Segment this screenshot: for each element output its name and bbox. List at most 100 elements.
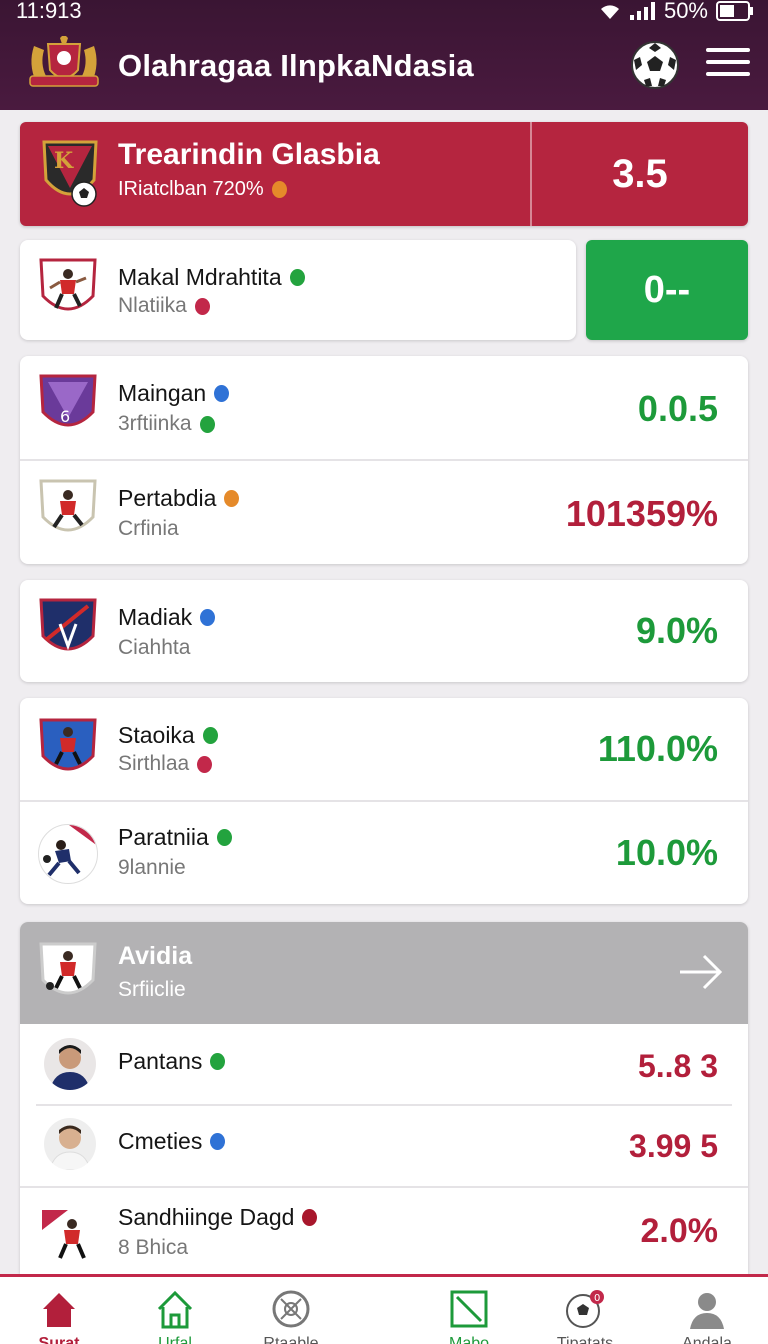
- featured-team-card[interactable]: K Trearindin Glasbia IRiatclban 720% 3.5: [20, 122, 748, 226]
- team-name: Pertabdia: [118, 485, 240, 512]
- team-group-card: 6 Maingan 3rftiinka 0.0.5 Pertabdia Crfi…: [20, 356, 748, 564]
- app-bar: 11:913 50% Olahragaa IlnpkaNdasia: [0, 0, 768, 110]
- status-dot-icon: [271, 181, 287, 198]
- player-avatar: [44, 1038, 96, 1090]
- team-sub-text: Ciahhta: [118, 636, 191, 659]
- team-value: 0.0.5: [637, 388, 718, 429]
- list-item[interactable]: Pertabdia Crfinia 101359%: [20, 461, 748, 564]
- featured-subtitle-text: IRiatclban 720%: [118, 178, 264, 200]
- player-name-text: Sandhiinge Dagd: [118, 1204, 295, 1230]
- battery-percent: 50%: [663, 0, 708, 23]
- menu-icon-line: [706, 60, 750, 64]
- list-item[interactable]: Staoika Sirthlaa 110.0%: [20, 698, 748, 800]
- list-item[interactable]: Paratniia 9lannie 10.0%: [20, 802, 748, 904]
- score-box[interactable]: 0--: [586, 240, 748, 340]
- team-name: Makal Mdrahtita: [118, 264, 305, 291]
- blue-crest-icon: [38, 716, 98, 784]
- team-card[interactable]: Madiak Ciahhta 9.0%: [20, 580, 748, 682]
- nav-item-andala[interactable]: Andala: [652, 1289, 762, 1344]
- player-value: 2.0%: [640, 1212, 719, 1250]
- player-name: Sandhiinge Dagd: [118, 1204, 318, 1231]
- football-badge-icon: 0: [566, 1290, 604, 1328]
- menu-icon-line: [706, 48, 750, 52]
- menu-button[interactable]: [706, 48, 750, 84]
- list-item[interactable]: Cmeties 3.99 5: [20, 1106, 748, 1186]
- team-name-text: Pertabdia: [118, 485, 217, 511]
- battery-icon: [716, 1, 754, 21]
- football-icon: [631, 41, 679, 89]
- team-value: 101359%: [565, 493, 718, 534]
- team-sub: 3rftiinka: [118, 412, 215, 436]
- app-logo: [26, 34, 102, 92]
- team-value: 110.0%: [597, 728, 718, 769]
- status-dot-icon: [210, 1053, 226, 1070]
- team-name-text: Paratniia: [118, 824, 209, 850]
- player-value: 3.99 5: [629, 1128, 718, 1164]
- player-crest-icon: [38, 256, 98, 324]
- team-sub-text: Crfinia: [118, 517, 179, 540]
- section-header[interactable]: Avidia Srfiiclie: [20, 922, 748, 1024]
- team-sub-text: 9lannie: [118, 856, 186, 879]
- status-dot-icon: [194, 297, 210, 315]
- status-dot-icon: [224, 490, 240, 507]
- nav-item-urfal[interactable]: Urfal: [120, 1289, 230, 1344]
- player-crest-icon: [38, 1206, 100, 1268]
- status-dot-icon: [202, 727, 218, 744]
- nav-label: Urfal: [158, 1335, 192, 1344]
- home-outline-icon: [157, 1290, 193, 1329]
- team-sub-text: Nlatiika: [118, 294, 187, 317]
- team-sub: Crfinia: [118, 517, 179, 541]
- section-card: Avidia Srfiiclie Pantans 5..8 3 Cmeties …: [20, 922, 748, 1274]
- player-name-text: Pantans: [118, 1048, 203, 1074]
- nav-label: Rtaable: [263, 1335, 319, 1344]
- player-name: Cmeties: [118, 1128, 226, 1155]
- football-button[interactable]: [630, 40, 680, 90]
- team-name: Paratniia: [118, 824, 232, 851]
- status-dot-icon: [214, 385, 230, 402]
- nav-item-rtaable[interactable]: Rtaable: [236, 1289, 346, 1344]
- team-sub-text: Sirthlaa: [118, 752, 190, 775]
- status-bar: 11:913 50%: [0, 0, 768, 24]
- player-name: Pantans: [118, 1048, 226, 1075]
- list-item[interactable]: Sandhiinge Dagd 8 Bhica 2.0%: [20, 1188, 748, 1274]
- team-value: 9.0%: [635, 610, 718, 651]
- featured-score: 3.5: [612, 152, 668, 196]
- nav-label: Surat: [38, 1335, 80, 1344]
- list-item[interactable]: Pantans 5..8 3: [20, 1024, 748, 1104]
- player-crest-icon: [38, 477, 98, 545]
- menu-icon-line: [706, 72, 750, 76]
- svg-text:6: 6: [60, 407, 70, 426]
- purple-crest-icon: 6: [38, 372, 98, 440]
- wifi-icon: [598, 2, 622, 20]
- app-title: Olahragaa IlnpkaNdasia: [118, 48, 474, 83]
- team-name: Madiak: [118, 604, 216, 631]
- status-dot-icon: [210, 1133, 226, 1150]
- pitch-icon: [450, 1290, 488, 1328]
- arrow-right-icon[interactable]: [678, 952, 724, 992]
- list-item[interactable]: 6 Maingan 3rftiinka 0.0.5: [20, 356, 748, 459]
- team-card[interactable]: Makal Mdrahtita Nlatiika: [20, 240, 576, 340]
- status-dot-icon: [200, 609, 216, 626]
- status-indicators: 50%: [598, 0, 754, 22]
- featured-crest-icon: K: [40, 138, 100, 207]
- nav-item-mabo[interactable]: Mabo: [414, 1289, 524, 1344]
- status-dot-icon: [289, 269, 305, 286]
- player-sub: 8 Bhica: [118, 1236, 189, 1259]
- nav-item-tipatats[interactable]: 0 Tipatats: [530, 1289, 640, 1344]
- nav-item-surat[interactable]: Surat: [4, 1289, 114, 1344]
- team-value: 10.0%: [615, 832, 718, 873]
- navy-crest-icon: [38, 596, 98, 664]
- section-crest-icon: [38, 940, 98, 1008]
- player-avatar: [44, 1118, 96, 1170]
- team-sub: Sirthlaa: [118, 752, 213, 776]
- home-filled-icon: [43, 1293, 75, 1327]
- status-dot-icon: [302, 1209, 318, 1226]
- team-name: Staoika: [118, 722, 218, 749]
- status-dot-icon: [216, 829, 232, 846]
- featured-title: Trearindin Glasbia: [118, 138, 380, 171]
- section-subtitle: Srfiiclie: [118, 978, 186, 1001]
- team-sub: Nlatiika: [118, 294, 210, 318]
- section-title: Avidia: [118, 942, 193, 970]
- status-dot-icon: [199, 415, 215, 433]
- nav-label: Andala: [682, 1335, 732, 1344]
